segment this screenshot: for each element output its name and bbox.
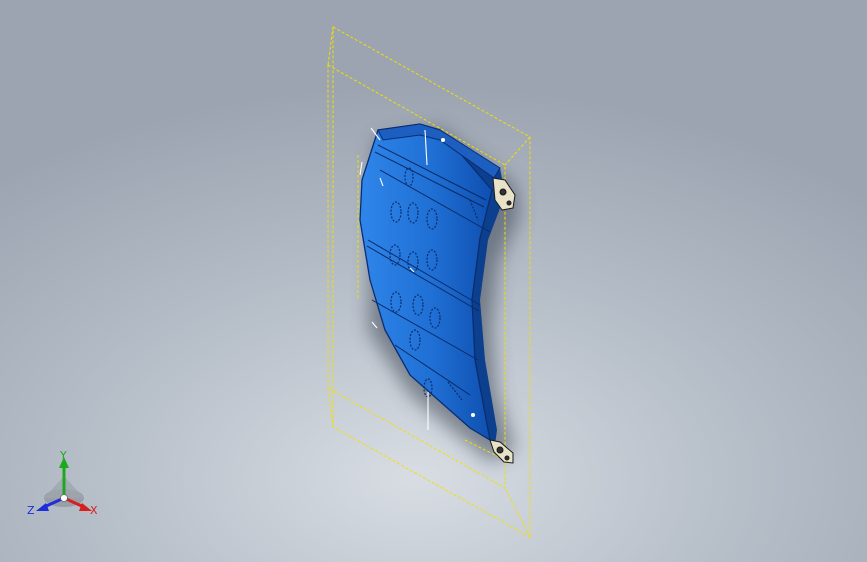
- orientation-triad: Y X Z: [26, 448, 106, 524]
- model-view[interactable]: [0, 0, 867, 562]
- y-axis-label: Y: [60, 449, 67, 462]
- x-axis-label: X: [90, 504, 98, 517]
- cad-graphics-viewport[interactable]: Y X Z: [0, 0, 867, 562]
- z-axis-label: Z: [27, 504, 35, 517]
